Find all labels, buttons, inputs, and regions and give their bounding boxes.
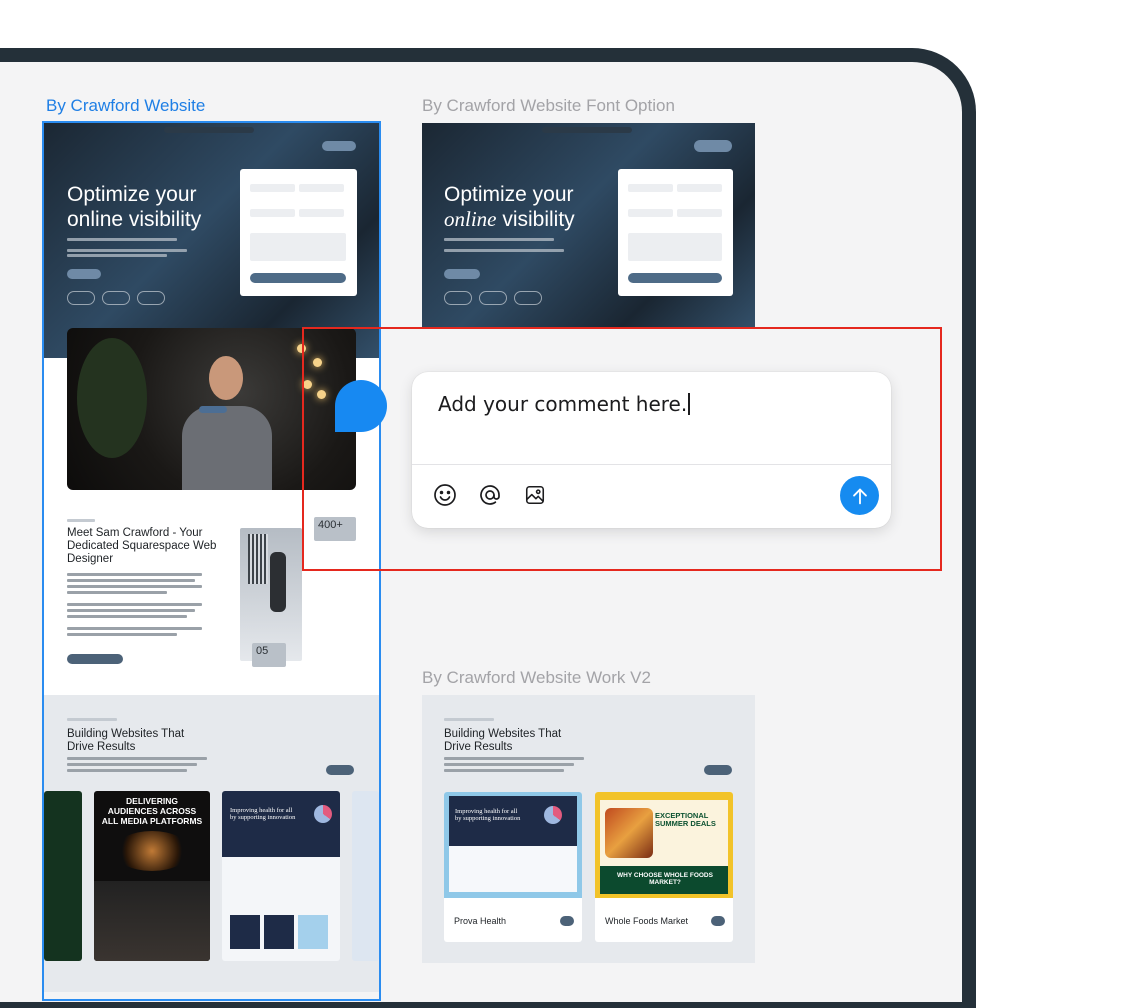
- hero-section: Optimize your online visibility: [44, 123, 379, 358]
- send-button[interactable]: [840, 476, 879, 515]
- work-card-partial-right[interactable]: [352, 791, 379, 961]
- award-badge-3: [137, 291, 165, 305]
- comment-pin[interactable]: [335, 380, 387, 432]
- hero-section-alt: Optimize your online visibility: [422, 123, 755, 328]
- hero-cta-button[interactable]: [67, 269, 101, 279]
- about-cta-button[interactable]: [67, 654, 123, 664]
- frame-work-v2[interactable]: Building Websites That Drive Results Imp…: [422, 695, 755, 963]
- work-section: Building Websites That Drive Results DEL…: [44, 695, 379, 992]
- frame-font-option[interactable]: Optimize your online visibility: [422, 123, 755, 328]
- award-badge-2: [102, 291, 130, 305]
- work-card-health[interactable]: Improving health for all by supporting i…: [222, 791, 340, 961]
- form-submit-button[interactable]: [250, 273, 346, 283]
- award-badge-1: [67, 291, 95, 305]
- work-v2-view-all-button[interactable]: [704, 765, 732, 775]
- work-card-media[interactable]: DELIVERING AUDIENCES ACROSS ALL MEDIA PL…: [94, 791, 210, 961]
- speaker-photo: [240, 528, 302, 661]
- card-whole-foods[interactable]: EXCEPTIONAL SUMMER DEALS WHY CHOOSE WHOL…: [595, 792, 733, 942]
- work-heading-1: Building Websites That: [67, 728, 185, 740]
- about-heading: Meet Sam Crawford - Your Dedicated Squar…: [67, 527, 217, 566]
- hero-headline-2: online visibility: [67, 208, 202, 231]
- smiley-icon[interactable]: [432, 482, 458, 508]
- contact-form: [240, 169, 357, 296]
- comment-input[interactable]: Add your comment here.: [438, 392, 690, 416]
- hero-alt-headline-2: online visibility: [444, 207, 575, 231]
- card-prova-health[interactable]: Improving health for all by supporting i…: [444, 792, 582, 942]
- play-video-button[interactable]: [199, 406, 227, 413]
- frame-label-font-option[interactable]: By Crawford Website Font Option: [422, 96, 675, 116]
- at-mention-icon[interactable]: [477, 482, 503, 508]
- send-arrow-icon: [852, 488, 867, 504]
- hero-headline-1: Optimize your: [67, 183, 197, 206]
- work-heading-2: Drive Results: [67, 741, 136, 753]
- frame-label-work-v2[interactable]: By Crawford Website Work V2: [422, 668, 651, 688]
- hero-alt-headline-1: Optimize your: [444, 183, 574, 206]
- comment-composer: Add your comment here.: [412, 372, 891, 528]
- work-v2-heading-1: Building Websites That: [444, 728, 562, 740]
- work-v2-heading-2: Drive Results: [444, 741, 513, 753]
- comment-divider: [412, 464, 891, 465]
- announcement-bar: [164, 127, 254, 133]
- image-icon[interactable]: [522, 482, 548, 508]
- work-card-partial-left[interactable]: [44, 791, 82, 961]
- nav-schedule-button[interactable]: [322, 141, 356, 151]
- view-all-button[interactable]: [326, 765, 354, 775]
- stat-badge-bottom: 05: [252, 643, 286, 667]
- frame-label-selected[interactable]: By Crawford Website: [46, 96, 205, 116]
